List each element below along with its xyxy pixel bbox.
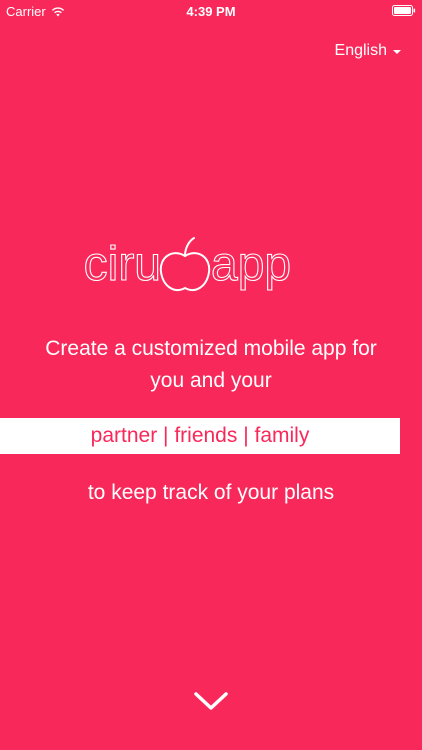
tagline: Create a customized mobile app for you a… — [0, 333, 422, 397]
language-label: English — [334, 42, 387, 59]
status-bar: Carrier 4:39 PM — [0, 0, 422, 22]
logo-text-right: app — [211, 238, 291, 291]
tagline-line-2: you and your — [150, 369, 272, 392]
apple-icon — [159, 237, 211, 291]
chevron-down-icon[interactable] — [193, 690, 229, 712]
tagline-line-1: Create a customized mobile app for — [45, 337, 377, 360]
status-time: 4:39 PM — [186, 4, 236, 19]
battery-icon — [392, 5, 416, 16]
language-selector[interactable]: English — [335, 42, 401, 60]
subline: to keep track of your plans — [87, 481, 335, 504]
app-logo: ciru app — [83, 237, 292, 292]
logo-text-left: ciru — [84, 238, 161, 291]
caret-down-icon — [393, 50, 401, 54]
highlight-band: partner | friends | family — [0, 418, 400, 454]
